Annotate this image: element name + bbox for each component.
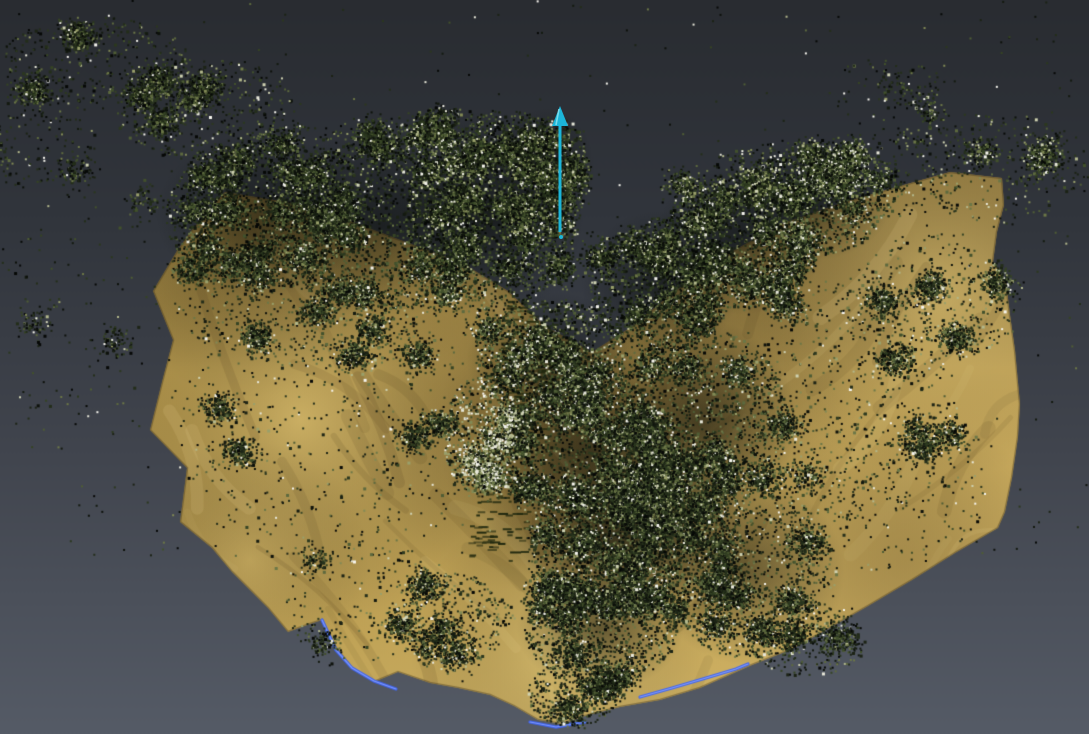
viewer-window [0,0,1089,734]
point-cloud-viewport[interactable] [0,0,1089,734]
